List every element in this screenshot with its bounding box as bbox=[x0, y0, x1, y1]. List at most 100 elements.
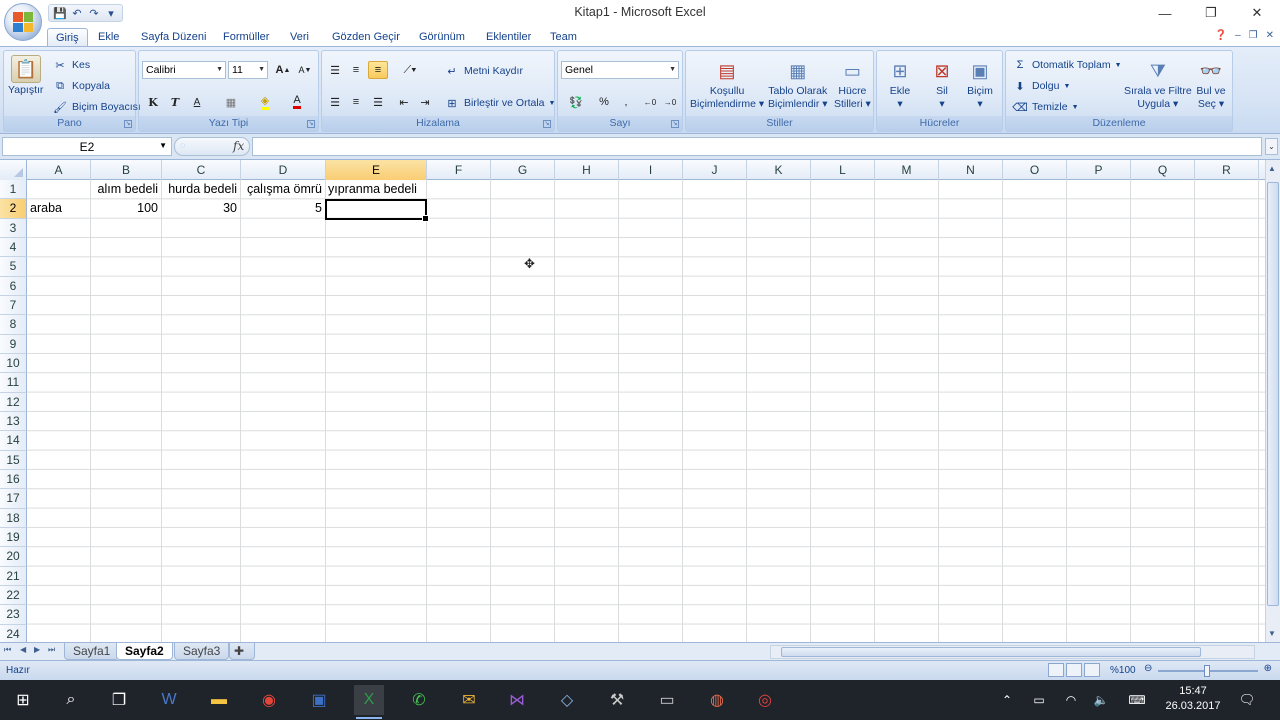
row-header[interactable]: 10 bbox=[0, 353, 27, 374]
paste-button[interactable]: 📋 Yapıştır bbox=[8, 55, 43, 96]
tab-insert[interactable]: Ekle bbox=[98, 28, 119, 46]
cut-button[interactable]: ✂ Kes bbox=[52, 57, 90, 73]
number-format-combo[interactable]: Genel ▼ bbox=[561, 61, 679, 79]
align-left-button[interactable]: ☰ bbox=[325, 93, 345, 111]
comma-style-button[interactable]: ‚ bbox=[616, 93, 636, 111]
sheet-tab-active[interactable]: Sayfa2 bbox=[116, 643, 173, 660]
cell-B1[interactable]: alım bedeli bbox=[90, 180, 161, 199]
help-icon[interactable]: ❓ bbox=[1215, 30, 1227, 41]
virtualbox-icon[interactable]: ◇ bbox=[552, 685, 582, 715]
tab-data[interactable]: Veri bbox=[290, 28, 309, 46]
windows-start-icon[interactable]: ⊞ bbox=[8, 685, 38, 715]
row-header[interactable]: 16 bbox=[0, 469, 27, 490]
row-header[interactable]: 7 bbox=[0, 295, 27, 316]
align-middle-button[interactable]: ≡ bbox=[346, 61, 366, 79]
row-header[interactable]: 8 bbox=[0, 315, 27, 335]
fill-color-button[interactable]: ◈ bbox=[255, 93, 275, 111]
decrease-decimal-button[interactable]: →0 bbox=[660, 93, 680, 111]
column-header[interactable]: O bbox=[1003, 160, 1067, 180]
column-header[interactable]: K bbox=[747, 160, 811, 180]
sort-filter-button[interactable]: ⧩ Sırala ve Filtre Uygula ▾ bbox=[1124, 57, 1192, 111]
column-header[interactable]: N bbox=[939, 160, 1003, 180]
vertical-scrollbar[interactable]: ▲ ▼ bbox=[1265, 160, 1280, 642]
merge-center-button[interactable]: ⊞ Birleştir ve Ortala ▼ bbox=[444, 95, 555, 111]
clear-button[interactable]: ⌫ Temizle ▼ bbox=[1012, 99, 1078, 115]
tab-page-layout[interactable]: Sayfa Düzeni bbox=[141, 28, 206, 46]
horizontal-scrollbar[interactable] bbox=[770, 645, 1255, 659]
page-break-view-icon[interactable] bbox=[1084, 663, 1100, 677]
zoom-out-icon[interactable]: ⊖ bbox=[1144, 663, 1152, 674]
copy-button[interactable]: ⧉ Kopyala bbox=[52, 78, 110, 94]
select-all-corner[interactable] bbox=[0, 160, 27, 180]
minimize-button[interactable]: — bbox=[1142, 0, 1188, 26]
insert-function-button[interactable]: fx bbox=[233, 139, 244, 153]
column-header[interactable]: R bbox=[1195, 160, 1259, 180]
font-name-combo[interactable]: Calibri ▼ bbox=[142, 61, 226, 79]
format-as-table-button[interactable]: ▦ Tablo Olarak Biçimlendir ▾ bbox=[768, 57, 828, 111]
autosum-button[interactable]: Σ Otomatik Toplam ▼ bbox=[1012, 57, 1122, 73]
row-header[interactable]: 13 bbox=[0, 411, 27, 432]
clock[interactable]: 15:47 26.03.2017 bbox=[1162, 684, 1224, 714]
insert-cells-button[interactable]: ⊞ Ekle ▾ bbox=[885, 57, 915, 111]
insert-sheet-button[interactable]: ✚ bbox=[229, 643, 255, 660]
row-header[interactable]: 20 bbox=[0, 547, 27, 567]
format-painter-button[interactable]: 🖌 Biçim Boyacısı bbox=[52, 99, 141, 115]
column-header[interactable]: P bbox=[1067, 160, 1131, 180]
whatsapp-icon[interactable]: ✆ bbox=[404, 685, 434, 715]
battery-icon[interactable]: ▭ bbox=[1024, 685, 1054, 715]
increase-indent-button[interactable]: ⇥ bbox=[415, 93, 435, 111]
tab-formulas[interactable]: Formüller bbox=[223, 28, 269, 46]
close-button[interactable]: ✕ bbox=[1234, 0, 1280, 26]
cells-area[interactable]: alım bedeli hurda bedeli çalışma ömrü yı… bbox=[27, 180, 1265, 642]
column-header[interactable]: A bbox=[27, 160, 91, 180]
redo-icon[interactable]: ↷ bbox=[87, 6, 101, 20]
font-color-button[interactable]: A bbox=[287, 93, 307, 111]
tab-addins[interactable]: Eklentiler bbox=[486, 28, 531, 46]
tab-review[interactable]: Gözden Geçir bbox=[332, 28, 400, 46]
visual-studio-icon[interactable]: ⋈ bbox=[502, 685, 532, 715]
row-header[interactable]: 19 bbox=[0, 527, 27, 548]
tray-chevron-icon[interactable]: ⌃ bbox=[992, 685, 1022, 715]
chrome-icon[interactable]: ◉ bbox=[254, 685, 284, 715]
decrease-indent-button[interactable]: ⇤ bbox=[394, 93, 414, 111]
restore-workbook-icon[interactable]: ❐ bbox=[1249, 30, 1258, 41]
page-layout-view-icon[interactable] bbox=[1066, 663, 1082, 677]
scroll-down-icon[interactable]: ▼ bbox=[1268, 629, 1276, 638]
tab-home[interactable]: Giriş bbox=[47, 28, 88, 46]
row-header-selected[interactable]: 2 bbox=[0, 199, 27, 219]
wifi-icon[interactable]: ◠ bbox=[1056, 685, 1086, 715]
format-cells-button[interactable]: ▣ Biçim ▾ bbox=[965, 57, 995, 111]
number-launcher-icon[interactable]: ↘ bbox=[671, 120, 679, 128]
file-explorer-icon[interactable]: ▬ bbox=[204, 685, 234, 715]
horizontal-scroll-thumb[interactable] bbox=[781, 647, 1201, 657]
keyboard-icon[interactable]: ⌨ bbox=[1122, 685, 1152, 715]
last-sheet-icon[interactable]: ⏭ bbox=[48, 645, 55, 655]
excel-icon[interactable]: X bbox=[354, 685, 384, 719]
alignment-launcher-icon[interactable]: ↘ bbox=[543, 120, 551, 128]
border-button[interactable]: ▦ bbox=[221, 93, 241, 111]
row-header[interactable]: 5 bbox=[0, 257, 27, 277]
mail-icon[interactable]: ✉ bbox=[454, 685, 484, 715]
tab-view[interactable]: Görünüm bbox=[419, 28, 465, 46]
word-icon[interactable]: W bbox=[154, 685, 184, 715]
column-header[interactable]: Q bbox=[1131, 160, 1195, 180]
app-icon[interactable]: ▣ bbox=[304, 685, 334, 715]
row-header[interactable]: 17 bbox=[0, 489, 27, 509]
zoom-knob[interactable] bbox=[1204, 665, 1210, 677]
find-select-button[interactable]: 👓 Bul ve Seç ▾ bbox=[1196, 57, 1226, 111]
notifications-icon[interactable]: 🗨 bbox=[1232, 685, 1262, 715]
minimize-workbook-icon[interactable]: – bbox=[1235, 30, 1241, 41]
zoom-level[interactable]: %100 bbox=[1110, 665, 1136, 676]
row-header[interactable]: 22 bbox=[0, 585, 27, 606]
row-header[interactable]: 1 bbox=[0, 180, 27, 200]
cell-D1[interactable]: çalışma ömrü bbox=[240, 180, 325, 199]
zoom-in-icon[interactable]: ⊕ bbox=[1264, 663, 1272, 674]
percent-button[interactable]: % bbox=[594, 93, 614, 111]
row-header[interactable]: 21 bbox=[0, 566, 27, 586]
next-sheet-icon[interactable]: ▶ bbox=[34, 645, 40, 654]
column-header[interactable]: D bbox=[241, 160, 326, 180]
undo-icon[interactable]: ↶ bbox=[70, 6, 84, 20]
customize-qat-icon[interactable]: ▾ bbox=[104, 6, 118, 20]
row-header[interactable]: 18 bbox=[0, 508, 27, 528]
cell-C1[interactable]: hurda bedeli bbox=[161, 180, 240, 199]
